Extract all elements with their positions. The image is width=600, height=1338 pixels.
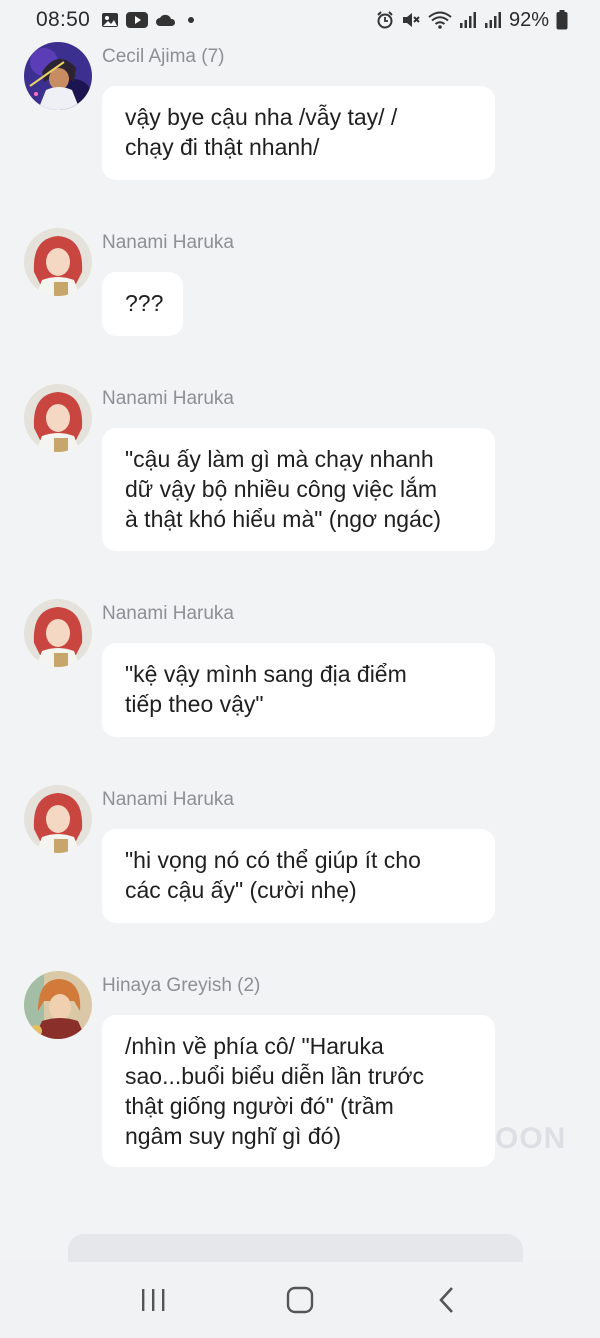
message-line: "kệ vậy mình sang địa điểm: [125, 661, 407, 687]
battery-icon: [556, 10, 568, 30]
gallery-icon: [101, 12, 119, 28]
status-bar: 08:50 92%: [0, 0, 600, 40]
message-line: vậy bye cậu nha /vẫy tay/ /: [125, 104, 398, 130]
message-line: dữ vậy bộ nhiều công việc lắm: [125, 476, 438, 502]
avatar[interactable]: [24, 971, 92, 1039]
mute-icon: [401, 11, 421, 29]
message-bubble[interactable]: vậy bye cậu nha /vẫy tay/ / chạy đi thật…: [102, 86, 495, 180]
avatar[interactable]: [24, 42, 92, 110]
cloud-icon: [155, 13, 177, 27]
back-icon: [438, 1287, 453, 1313]
avatar[interactable]: [24, 599, 92, 667]
message-line: ngâm suy nghĩ gì đó): [125, 1123, 342, 1149]
wifi-icon: [428, 11, 452, 29]
youtube-icon: [126, 12, 149, 28]
sender-name: Cecil Ajima (7): [102, 46, 225, 67]
message-line: các cậu ấy" (cười nhẹ): [125, 877, 357, 903]
avatar[interactable]: [24, 384, 92, 452]
signal-icon: [459, 12, 477, 28]
recent-apps-icon: [142, 1289, 165, 1311]
sender-name: Nanami Haruka: [102, 232, 234, 253]
battery-percent: 92%: [508, 8, 549, 31]
recent-apps-button[interactable]: [123, 1270, 183, 1330]
message-line: /nhìn về phía cô/ "Haruka: [125, 1033, 384, 1059]
message-line: tiếp theo vậy": [125, 691, 264, 717]
message-line: à thật khó hiểu mà" (ngơ ngác): [125, 506, 442, 532]
message-bubble[interactable]: "cậu ấy làm gì mà chạy nhanh dữ vậy bộ n…: [102, 428, 495, 551]
message-bubble[interactable]: ???: [102, 272, 183, 336]
avatar[interactable]: [24, 785, 92, 853]
sender-name: Nanami Haruka: [102, 388, 234, 409]
notification-dot-icon: [188, 17, 195, 23]
message-line: sao...buổi biểu diễn lần trước: [125, 1063, 424, 1089]
sender-name: Hinaya Greyish (2): [102, 975, 261, 996]
back-button[interactable]: [417, 1270, 477, 1330]
alarm-icon: [376, 11, 394, 29]
message-line: chạy đi thật nhanh/: [125, 134, 320, 160]
signal-icon: [484, 12, 502, 28]
avatar[interactable]: [24, 228, 92, 296]
message-line: "hi vọng nó có thể giúp ít cho: [125, 847, 421, 873]
message-bubble[interactable]: "kệ vậy mình sang địa điểm tiếp theo vậy…: [102, 643, 495, 737]
message-bubble[interactable]: /nhìn về phía cô/ "Haruka sao...buổi biể…: [102, 1015, 495, 1167]
home-button[interactable]: [270, 1270, 330, 1330]
status-time: 08:50: [36, 8, 91, 31]
message-bubble[interactable]: "hi vọng nó có thể giúp ít cho các cậu ấ…: [102, 829, 495, 923]
message-line: ???: [125, 290, 164, 316]
message-line: thật giống người đó" (trầm: [125, 1093, 394, 1119]
navigation-bar: [0, 1262, 600, 1338]
sender-name: Nanami Haruka: [102, 603, 234, 624]
message-line: "cậu ấy làm gì mà chạy nhanh: [125, 446, 434, 472]
home-icon: [286, 1286, 314, 1314]
watermark: OON: [495, 1122, 567, 1155]
sender-name: Nanami Haruka: [102, 789, 234, 810]
